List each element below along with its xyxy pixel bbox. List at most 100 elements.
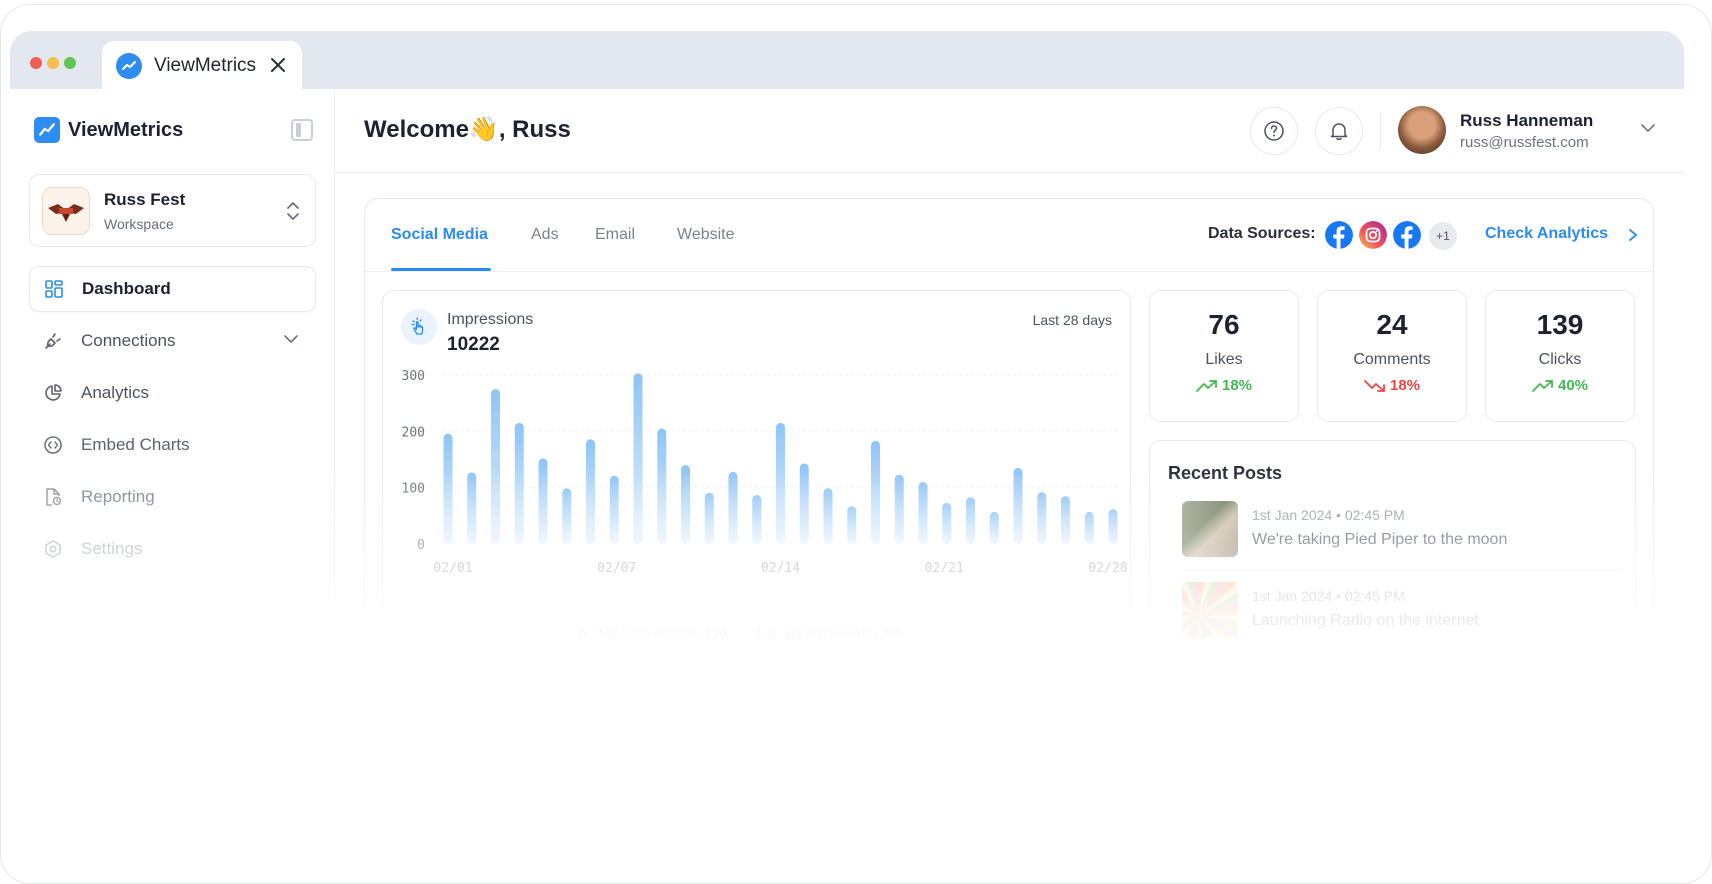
chart-bar[interactable]: [966, 497, 975, 544]
user-email: russ@russfest.com: [1460, 134, 1589, 151]
sidebar-item-analytics[interactable]: Analytics: [29, 370, 316, 416]
chart-bar[interactable]: [562, 488, 572, 544]
sidebar-item-label: Embed Charts: [81, 435, 190, 454]
post-thumbnail: [1182, 582, 1238, 638]
divider: [1380, 113, 1381, 149]
viewmetrics-logo-icon: [116, 53, 142, 79]
sidebar-item-reporting[interactable]: Reporting: [29, 474, 316, 520]
tab-email[interactable]: Email: [595, 226, 635, 244]
chart-bar[interactable]: [728, 471, 738, 544]
recent-posts-title: Recent Posts: [1168, 463, 1283, 483]
chart-bar[interactable]: [752, 494, 762, 544]
stat-card-comments[interactable]: 24 Comments 18%: [1317, 290, 1467, 422]
more-sources-badge[interactable]: +1: [1429, 222, 1457, 250]
active-tab-indicator: [391, 268, 491, 271]
stat-card-likes[interactable]: 76 Likes 18%: [1149, 290, 1299, 422]
help-button[interactable]: [1250, 107, 1298, 155]
chart-bar[interactable]: [704, 492, 714, 544]
chart-bar[interactable]: [1084, 511, 1094, 544]
app-content: ViewMetrics Russ Fest Workspace Dashboar…: [10, 89, 1684, 671]
sidebar-collapse-icon[interactable]: [291, 119, 313, 141]
legend-dot: [577, 628, 587, 639]
tab-bar: Social Media Ads Email Website Data Sour…: [365, 199, 1653, 272]
chart-bar[interactable]: [894, 474, 904, 544]
sidebar-item-label: Analytics: [81, 383, 150, 402]
chart-bar[interactable]: [1108, 509, 1118, 544]
main-area: Welcome👋, Russ Russ Hanneman russ@russfe…: [335, 89, 1684, 671]
legend-separator: |: [739, 626, 743, 641]
chart-bar[interactable]: [443, 433, 453, 544]
x-tick-label: 02/01: [433, 561, 472, 576]
check-analytics-link[interactable]: Check Analytics: [1485, 225, 1608, 243]
post-thumbnail: [1182, 501, 1238, 557]
stat-label: Comments: [1353, 351, 1431, 368]
chart-bar[interactable]: [609, 475, 619, 544]
chart-bar[interactable]: [633, 373, 643, 544]
chart-bar[interactable]: [799, 463, 809, 544]
chart-bar[interactable]: [514, 422, 524, 544]
sidebar-item-embed-charts[interactable]: Embed Charts: [29, 422, 316, 468]
chart-bar[interactable]: [847, 506, 857, 544]
browser-tab[interactable]: ViewMetrics: [102, 41, 302, 91]
facebook-icon[interactable]: [1325, 221, 1353, 249]
chart-bar[interactable]: [942, 502, 952, 544]
workspace-subtitle: Workspace: [104, 215, 174, 232]
workspace-name: Russ Fest: [104, 189, 186, 209]
x-tick-label: 02/14: [761, 561, 800, 576]
facebook-icon[interactable]: [1393, 221, 1421, 249]
chart-bar[interactable]: [823, 488, 833, 544]
impressions-bar-chart: 0 100 200 300 02/01 02/07 02/14 02/21 02/28: [402, 369, 1128, 576]
chart-bar[interactable]: [586, 439, 595, 544]
chart-bar[interactable]: [776, 422, 785, 544]
chart-bar[interactable]: [918, 482, 928, 544]
legend-total-label: Total Impressions:: [597, 626, 702, 641]
post-title: Launching Radio on the internet: [1252, 612, 1479, 629]
brand[interactable]: ViewMetrics: [34, 117, 183, 143]
stat-value: 76: [1208, 309, 1240, 340]
date-range-label[interactable]: Last 28 days: [1033, 312, 1112, 328]
sidebar-item-dashboard[interactable]: Dashboard: [29, 266, 316, 312]
minimize-window-button[interactable]: [47, 57, 59, 69]
stat-change: 18%: [1318, 377, 1466, 394]
chart-bar[interactable]: [1061, 496, 1070, 544]
tab-website[interactable]: Website: [677, 226, 735, 244]
chart-bar[interactable]: [1037, 492, 1047, 544]
stat-card-clicks[interactable]: 139 Clicks 40%: [1485, 290, 1635, 422]
chart-bar[interactable]: [1013, 467, 1023, 544]
list-item[interactable]: 1st Jan 2024 • 02:45 PM We're taking Pie…: [1182, 501, 1622, 561]
chart-bar[interactable]: [681, 465, 690, 544]
chart-bar[interactable]: [491, 389, 500, 544]
avatar[interactable]: [1398, 106, 1446, 154]
chart-bar[interactable]: [538, 458, 548, 544]
close-tab-icon[interactable]: [268, 55, 288, 75]
notifications-button[interactable]: [1315, 107, 1363, 155]
topbar: Welcome👋, Russ Russ Hanneman russ@russfe…: [335, 89, 1684, 173]
instagram-icon[interactable]: [1359, 221, 1387, 249]
settings-icon: [43, 539, 63, 559]
code-icon: [43, 435, 63, 455]
tab-social-media[interactable]: Social Media: [391, 226, 488, 244]
chart-bar[interactable]: [871, 440, 880, 544]
page-title: Welcome👋, Russ: [364, 116, 571, 143]
maximize-window-button[interactable]: [64, 57, 76, 69]
dashboard-panel: Social Media Ads Email Website Data Sour…: [364, 198, 1654, 671]
tab-title: ViewMetrics: [154, 55, 257, 76]
close-window-button[interactable]: [30, 57, 42, 69]
sidebar: ViewMetrics Russ Fest Workspace Dashboar…: [10, 89, 335, 671]
chart-bar[interactable]: [467, 472, 477, 544]
x-tick-label: 02/28: [1088, 561, 1127, 576]
workspace-switcher[interactable]: Russ Fest Workspace: [29, 174, 316, 247]
sidebar-item-connections[interactable]: Connections: [29, 318, 316, 364]
chart-bar[interactable]: [989, 511, 999, 544]
sidebar-item-label: Dashboard: [82, 279, 171, 298]
chevron-right-icon: [1629, 229, 1637, 241]
tab-ads[interactable]: Ads: [531, 226, 559, 244]
legend-avg-label: Avg. Impressions/day:: [754, 626, 883, 641]
chevron-down-icon[interactable]: [1641, 123, 1655, 133]
pie-chart-icon: [43, 383, 63, 403]
chart-bar[interactable]: [657, 428, 667, 544]
chevron-up-down-icon: [287, 202, 299, 220]
list-item[interactable]: 1st Jan 2024 • 02:45 PM Launching Radio …: [1182, 582, 1622, 642]
trend-up-icon: [1532, 379, 1554, 393]
sidebar-item-settings[interactable]: Settings: [29, 526, 316, 572]
